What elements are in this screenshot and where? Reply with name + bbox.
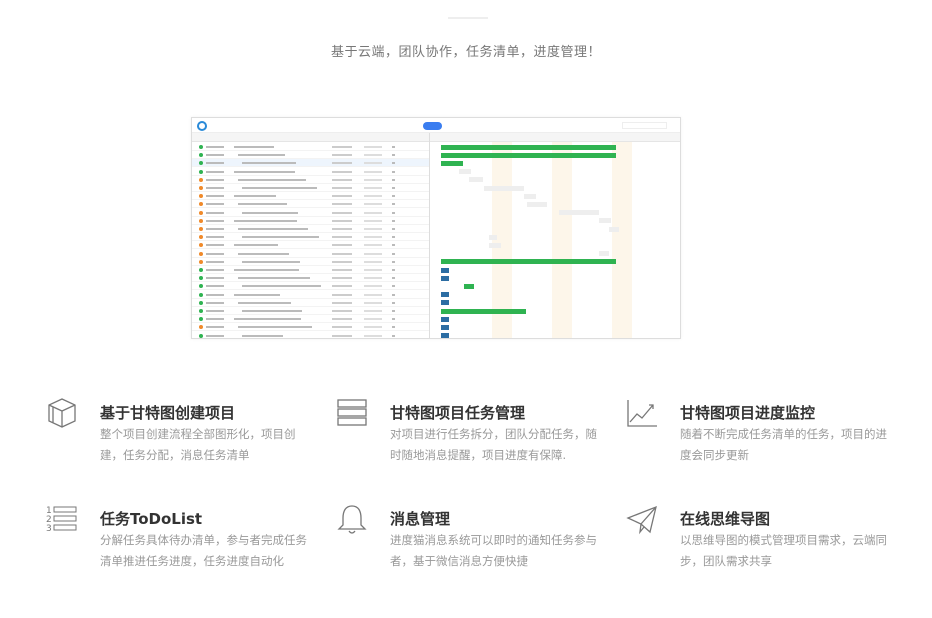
- table-row: [192, 159, 429, 168]
- gantt-bar: [441, 259, 616, 265]
- gantt-bar: [459, 169, 471, 175]
- table-row: [192, 266, 429, 274]
- gantt-bar: [441, 300, 449, 306]
- gantt-bar: [559, 210, 599, 216]
- feature-desc: 以思维导图的模式管理项目需求，云端同步，团队需求共享: [680, 533, 887, 568]
- table-row: [192, 250, 429, 258]
- table-row: [192, 332, 429, 338]
- gantt-bar: [524, 193, 536, 199]
- table-row: [192, 225, 429, 233]
- table-row: [192, 241, 429, 250]
- table-row: [192, 307, 429, 315]
- feature-desc: 整个项目创建流程全部图形化，项目创建，任务分配，消息任务清单: [100, 427, 296, 462]
- gantt-bar: [441, 275, 449, 281]
- toolbar: [192, 118, 680, 133]
- table-row: [192, 209, 429, 217]
- paper-plane-icon: [626, 505, 657, 535]
- server-icon: [337, 399, 367, 426]
- gantt-bar: [599, 218, 611, 224]
- gantt-bar: [609, 226, 619, 232]
- gantt-bar: [441, 308, 526, 314]
- divider: [448, 17, 488, 19]
- feature-desc: 进度猫消息系统可以即时的通知任务参与者，基于微信消息方便快捷: [390, 533, 597, 568]
- feature-title: 基于甘特图创建项目: [100, 404, 236, 422]
- table-row: [192, 291, 429, 299]
- numbered-list-icon: 123: [46, 506, 77, 534]
- table-row: [192, 168, 429, 176]
- gantt-bar: [441, 333, 449, 338]
- gantt-bar: [527, 201, 547, 207]
- table-row: [192, 143, 429, 151]
- line-chart-icon: [627, 400, 657, 427]
- cube-icon: [48, 398, 76, 428]
- view-select: [622, 122, 667, 129]
- feature-title: 消息管理: [390, 510, 451, 528]
- page-subtitle: 基于云端，团队协作，任务清单，进度管理！: [330, 45, 601, 60]
- gantt-bar: [489, 242, 501, 248]
- table-row: [192, 323, 429, 332]
- table-row: [192, 192, 429, 201]
- feature-title: 在线思维导图: [680, 510, 771, 528]
- gantt-bar: [441, 292, 449, 298]
- feature-desc: 随着不断完成任务清单的任务，项目的进度会同步更新: [680, 427, 887, 462]
- table-row: [192, 176, 429, 184]
- app-logo: [197, 121, 207, 131]
- gantt-bar: [464, 283, 474, 289]
- table-row: [192, 184, 429, 192]
- gantt-bar: [441, 152, 616, 158]
- svg-text:3: 3: [46, 524, 52, 534]
- gantt-bar: [469, 177, 483, 183]
- feature-desc: 分解任务具体待办清单，参与者完成任务清单推进任务进度，任务进度自动化: [100, 533, 307, 568]
- gantt-bar: [441, 324, 449, 330]
- gantt-bar: [441, 144, 616, 150]
- table-row: [192, 274, 429, 283]
- gantt-bar: [599, 251, 609, 257]
- feature-title: 任务ToDoList: [100, 510, 203, 528]
- feature-title: 甘特图项目任务管理: [390, 404, 526, 422]
- gantt-bar: [441, 160, 463, 166]
- timeline-header: [429, 133, 680, 142]
- feature-desc: 对项目进行任务拆分，团队分配任务，随时随地消息提醒，项目进度有保障.: [390, 427, 597, 462]
- table-row: [192, 200, 429, 209]
- table-row: [192, 151, 429, 160]
- gantt-bar: [441, 267, 449, 273]
- today-button: [423, 122, 442, 130]
- table-row: [192, 315, 429, 324]
- gantt-bar: [484, 185, 524, 191]
- bell-icon: [337, 505, 367, 534]
- gantt-bar: [441, 316, 449, 322]
- table-row: [192, 299, 429, 307]
- feature-title: 甘特图项目进度监控: [680, 404, 816, 422]
- grid-header: [192, 133, 429, 142]
- table-row: [192, 258, 429, 266]
- table-row: [192, 282, 429, 291]
- gantt-bar: [489, 234, 497, 240]
- table-row: [192, 233, 429, 242]
- table-row: [192, 217, 429, 225]
- gantt-screenshot: [191, 117, 681, 339]
